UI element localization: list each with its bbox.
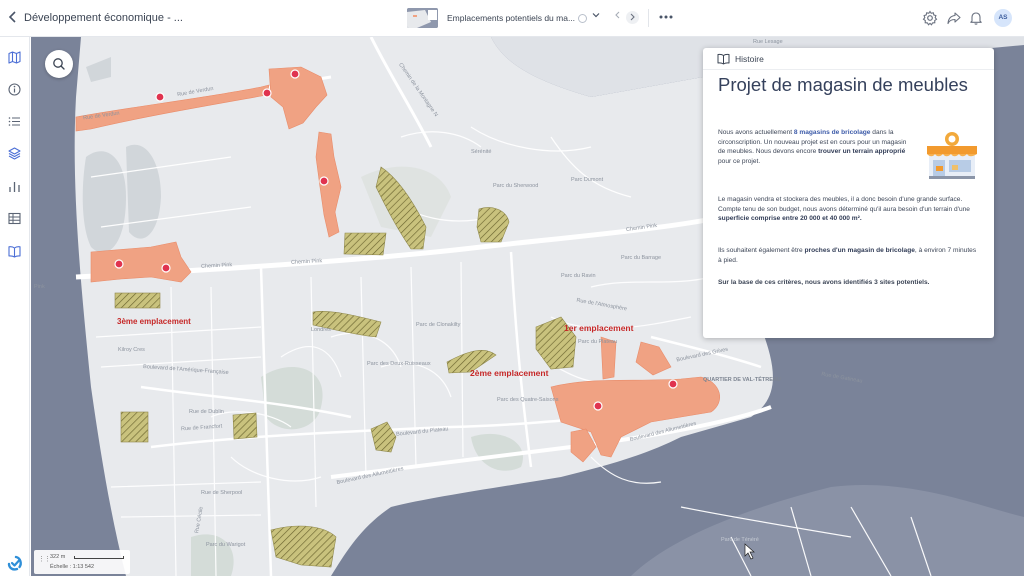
chevron-left-icon — [615, 11, 620, 19]
story-paragraph: Nous avons actuellement 8 magasins de br… — [718, 129, 907, 165]
document-thumbnail[interactable] — [407, 8, 438, 28]
place-label: Parc du Sherwood — [493, 183, 539, 189]
settings-icon — [922, 10, 938, 26]
site-label-first: 1er emplacement — [564, 323, 634, 333]
book-icon — [717, 53, 730, 65]
place-label: Parc de Ténéré — [721, 537, 759, 543]
sidebar-item-list[interactable] — [7, 114, 22, 129]
sidebar-item-chart[interactable] — [7, 179, 22, 194]
story-paragraph: Le magasin vendra et stockera des meuble… — [718, 196, 970, 223]
app-title[interactable]: Développement économique - ... — [24, 12, 183, 24]
left-sidebar — [0, 37, 30, 576]
story-paragraph: Sur la base de ces critères, nous avons … — [718, 279, 930, 286]
story-tab-label[interactable]: Histoire — [735, 54, 764, 64]
document-title[interactable]: Emplacements potentiels du ma... — [447, 13, 575, 23]
brand-logo-icon — [7, 555, 22, 571]
story-title: Projet de magasin de meubles — [718, 74, 968, 95]
top-bar: Développement économique - ... Emplaceme… — [0, 0, 1024, 37]
brand-logo — [5, 553, 25, 573]
sidebar-item-map[interactable] — [7, 50, 22, 65]
notification-bell-icon — [970, 12, 982, 25]
place-label: Parc du Ravin — [561, 273, 596, 279]
list-icon — [8, 117, 20, 126]
share-icon — [947, 12, 961, 25]
street-label: Rue de Dublin — [189, 409, 224, 415]
site-label-third: 3ème emplacement — [117, 317, 191, 326]
place-label: Londres — [311, 327, 331, 333]
street-label: Pink — [34, 284, 45, 290]
chevron-down-icon — [592, 13, 600, 18]
place-label: Parc du Warigot — [206, 542, 246, 548]
sidebar-item-table[interactable] — [7, 211, 22, 226]
place-label: Parc Dumont — [571, 177, 604, 183]
user-avatar[interactable]: AS — [994, 9, 1012, 27]
sidebar-item-story[interactable] — [7, 244, 22, 259]
table-icon — [8, 212, 21, 225]
previous-button[interactable] — [614, 11, 621, 21]
search-icon — [53, 58, 65, 70]
map-icon — [8, 51, 21, 64]
next-button[interactable] — [626, 11, 639, 24]
street-label: Rue de Sherpool — [201, 490, 243, 496]
document-dropdown[interactable] — [592, 11, 600, 21]
scale-bar — [74, 556, 124, 559]
scale-ratio: Échelle : 1:13 542 — [50, 564, 95, 570]
place-label: Parc du Barrage — [621, 255, 662, 261]
settings-button[interactable] — [922, 10, 938, 26]
scale-distance: 322 m — [50, 554, 66, 560]
back-button[interactable] — [8, 10, 20, 26]
place-label: Parc des Deux-Ruisseaux — [367, 361, 431, 367]
layers-icon — [8, 147, 21, 160]
neighbourhood-label: QUARTIER DE VAL-TÉTREAU — [703, 377, 781, 383]
place-label: Parc des Quatre-Saisons — [497, 397, 559, 403]
toolbar-divider — [648, 9, 649, 27]
more-horizontal-icon — [659, 15, 673, 19]
map-search-button[interactable] — [45, 50, 73, 78]
storefront-icon — [927, 132, 977, 179]
place-label: Sérénité — [471, 149, 492, 155]
sidebar-item-layers[interactable] — [7, 146, 22, 161]
status-indicator — [578, 14, 587, 23]
story-paragraph: Ils souhaitent également être proches d'… — [718, 247, 977, 264]
story-panel-header: Histoire — [703, 48, 994, 70]
place-label: Parc du Plateau — [578, 339, 618, 345]
site-label-second: 2ème emplacement — [470, 368, 549, 378]
drag-handle-icon[interactable]: ⋮⋮ — [38, 555, 51, 563]
sidebar-item-info[interactable] — [7, 82, 22, 97]
chart-icon — [9, 182, 20, 192]
more-options-button[interactable] — [659, 9, 673, 26]
place-label: Parc de Clonakilty — [416, 322, 461, 328]
chevron-left-icon — [8, 11, 16, 23]
street-label: Rue Lesage — [753, 39, 783, 45]
chevron-right-icon — [630, 13, 635, 21]
book-icon — [8, 246, 21, 258]
map-scale: ⋮⋮ 322 m Échelle : 1:13 542 — [34, 550, 130, 574]
notifications-button[interactable] — [968, 10, 984, 26]
info-icon — [8, 83, 21, 96]
store-illustration — [925, 130, 979, 184]
story-panel: Histoire Projet de magasin de meubles No… — [703, 48, 994, 338]
street-label: Kilroy Cres — [118, 347, 145, 353]
share-button[interactable] — [946, 10, 962, 26]
